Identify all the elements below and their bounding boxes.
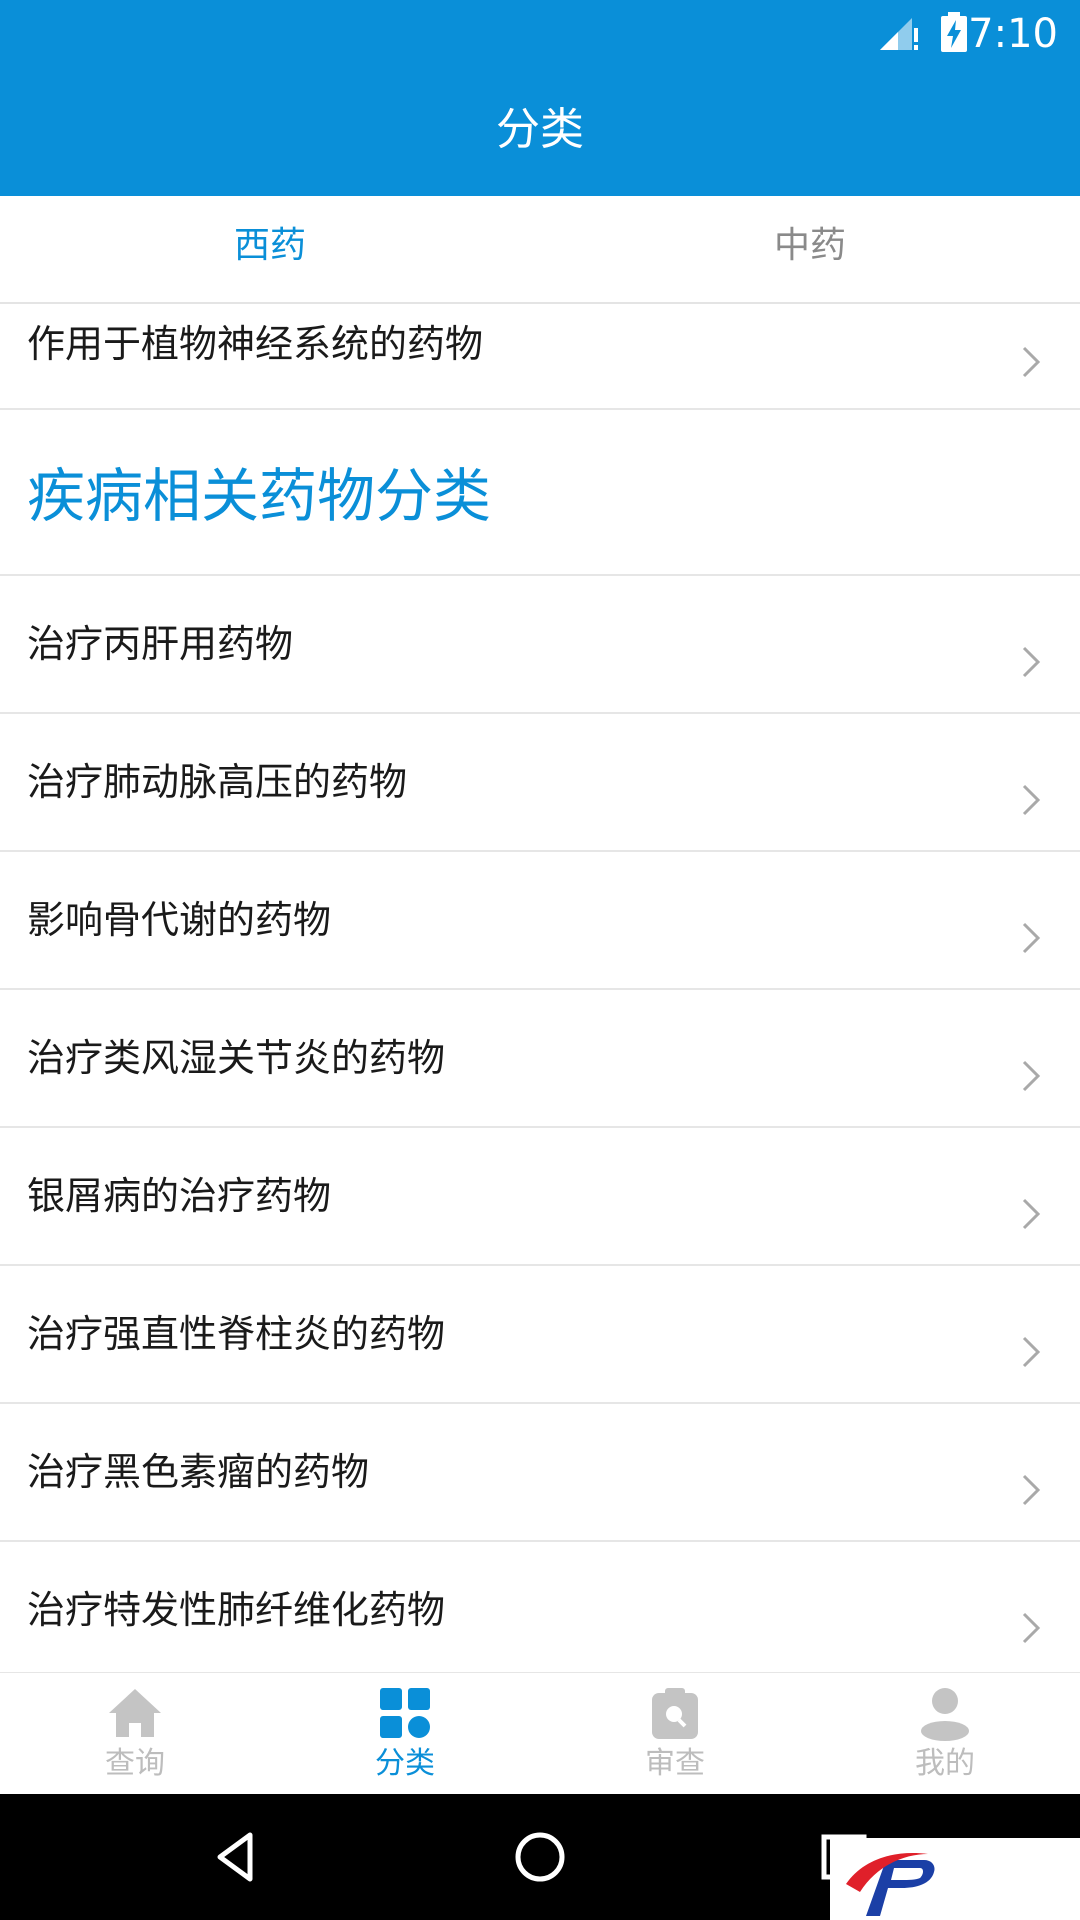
list-item-label: 影响骨代谢的药物: [27, 898, 332, 942]
nav-label: 我的: [915, 1746, 975, 1781]
app-bar: 7:10 分类: [0, 0, 1080, 196]
category-list[interactable]: 作用于植物神经系统的药物 疾病相关药物分类 治疗丙肝用药物 治疗肺动脉高压的药物…: [0, 304, 1080, 1672]
list-item-label: 治疗强直性脊柱炎的药物: [27, 1312, 446, 1356]
nav-item-category[interactable]: 分类: [270, 1673, 540, 1795]
nav-label: 审查: [645, 1746, 705, 1781]
list-item-label: 治疗类风湿关节炎的药物: [27, 1036, 446, 1080]
list-item-label: 治疗黑色素瘤的药物: [27, 1450, 370, 1494]
chevron-right-icon: [1022, 1612, 1041, 1644]
clipboard-icon: [652, 1688, 698, 1739]
list-item[interactable]: 治疗丙肝用药物: [0, 576, 1080, 714]
list-item-partial[interactable]: 作用于植物神经系统的药物: [0, 304, 1080, 410]
list-item-label: 银屑病的治疗药物: [27, 1174, 332, 1218]
list-item-label: 治疗肺动脉高压的药物: [27, 760, 408, 804]
home-icon: [109, 1689, 161, 1737]
chevron-right-icon: [1022, 1474, 1041, 1506]
bottom-navigation: 查询 分类 审查 我的: [0, 1672, 1080, 1795]
list-item-label: 作用于植物神经系统的药物: [27, 322, 484, 366]
list-item[interactable]: 治疗肺动脉高压的药物: [0, 714, 1080, 852]
signal-alert-icon: [880, 18, 918, 50]
back-icon[interactable]: [206, 1827, 266, 1887]
chevron-right-icon: [1022, 346, 1041, 378]
status-bar: 7:10: [0, 0, 1080, 68]
list-item-label: 治疗特发性肺纤维化药物: [27, 1588, 446, 1632]
list-item[interactable]: 治疗特发性肺纤维化药物: [0, 1542, 1080, 1672]
home-circle-icon[interactable]: [510, 1827, 570, 1887]
chevron-right-icon: [1022, 646, 1041, 678]
chevron-right-icon: [1022, 1336, 1041, 1368]
status-time: 7:10: [968, 11, 1058, 57]
section-header: 疾病相关药物分类: [0, 410, 1080, 576]
grid-icon: [380, 1688, 430, 1738]
list-item[interactable]: 治疗类风湿关节炎的药物: [0, 990, 1080, 1128]
section-title: 疾病相关药物分类: [27, 462, 492, 530]
list-item[interactable]: 治疗黑色素瘤的药物: [0, 1404, 1080, 1542]
chevron-right-icon: [1022, 922, 1041, 954]
list-item-label: 治疗丙肝用药物: [27, 622, 294, 666]
nav-label: 查询: [105, 1746, 165, 1781]
chevron-right-icon: [1022, 1060, 1041, 1092]
list-item[interactable]: 治疗强直性脊柱炎的药物: [0, 1266, 1080, 1404]
battery-charging-icon: [941, 12, 967, 52]
user-icon: [921, 1688, 969, 1741]
nav-item-mine[interactable]: 我的: [810, 1673, 1080, 1795]
list-item[interactable]: 影响骨代谢的药物: [0, 852, 1080, 990]
chevron-right-icon: [1022, 1198, 1041, 1230]
watermark-logo: [830, 1838, 1080, 1920]
page-title: 分类: [496, 104, 584, 155]
tab-bar: 西药 中药: [0, 196, 1080, 304]
nav-item-review[interactable]: 审查: [540, 1673, 810, 1795]
tab-chinese-medicine[interactable]: 中药: [540, 196, 1080, 302]
logo-icon: [846, 1853, 935, 1916]
nav-item-query[interactable]: 查询: [0, 1673, 270, 1795]
nav-label: 分类: [375, 1746, 435, 1781]
screen: 7:10 分类 西药 中药 作用于植物神经系统的药物 疾病相关药物分类 治疗丙肝…: [0, 0, 1080, 1920]
list-item[interactable]: 银屑病的治疗药物: [0, 1128, 1080, 1266]
tab-western-medicine[interactable]: 西药: [0, 196, 540, 302]
chevron-right-icon: [1022, 784, 1041, 816]
